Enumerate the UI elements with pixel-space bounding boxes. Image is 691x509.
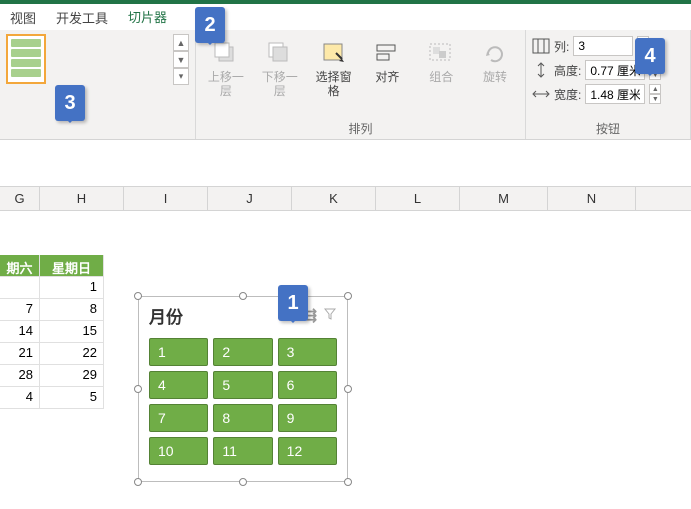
callout-4: 4 [635, 38, 665, 74]
slicer-item[interactable]: 10 [149, 437, 208, 465]
spreadsheet: G H I J K L M N 期六 星期日 1 78 1415 2122 28… [0, 186, 691, 211]
rotate-button[interactable]: 旋转 [471, 34, 519, 99]
selection-pane-button[interactable]: 选择窗格 [310, 34, 358, 99]
resize-handle[interactable] [134, 292, 142, 300]
callout-2: 2 [195, 7, 225, 43]
cell[interactable]: 29 [40, 365, 104, 387]
cell[interactable]: 21 [0, 343, 40, 365]
col-M[interactable]: M [460, 187, 548, 210]
slicer-item[interactable]: 4 [149, 371, 208, 399]
size-group-label: 按钮 [532, 118, 684, 137]
slicer-item[interactable]: 8 [213, 404, 272, 432]
col-N[interactable]: N [548, 187, 636, 210]
align-button[interactable]: 对齐 [363, 34, 411, 99]
gallery-scroll: ▲ ▼ ▾ [173, 34, 189, 85]
width-label: 宽度: [554, 86, 581, 103]
col-H[interactable]: H [40, 187, 124, 210]
cell[interactable]: 1 [40, 277, 104, 299]
arrange-group: 上移一层 下移一层 选择窗格 对齐 [196, 30, 526, 139]
col-I[interactable]: I [124, 187, 208, 210]
resize-handle[interactable] [239, 478, 247, 486]
w-down-icon[interactable]: ▼ [649, 94, 661, 104]
col-L[interactable]: L [376, 187, 460, 210]
gallery-more-icon[interactable]: ▾ [173, 68, 189, 85]
slicer-item[interactable]: 2 [213, 338, 272, 366]
tab-dev[interactable]: 开发工具 [54, 4, 110, 31]
cell[interactable]: 15 [40, 321, 104, 343]
cell[interactable] [0, 277, 40, 299]
ribbon-tabs: 视图 开发工具 切片器 [0, 4, 691, 30]
bring-forward-icon [212, 40, 240, 66]
col-G[interactable]: G [0, 187, 40, 210]
cell[interactable]: 14 [0, 321, 40, 343]
cell[interactable]: 7 [0, 299, 40, 321]
ribbon: ▲ ▼ ▾ 上移一层 下移一层 [0, 30, 691, 140]
resize-handle[interactable] [344, 292, 352, 300]
w-up-icon[interactable]: ▲ [649, 84, 661, 94]
resize-handle[interactable] [239, 292, 247, 300]
slicer-item[interactable]: 9 [278, 404, 337, 432]
column-headers: G H I J K L M N [0, 186, 691, 211]
gallery-down-icon[interactable]: ▼ [173, 51, 189, 68]
resize-handle[interactable] [344, 478, 352, 486]
callout-1: 1 [278, 285, 308, 321]
slicer-item[interactable]: 1 [149, 338, 208, 366]
resize-handle[interactable] [134, 478, 142, 486]
cell[interactable]: 4 [0, 387, 40, 409]
col-K[interactable]: K [292, 187, 376, 210]
week-sun-header: 星期日 [40, 255, 104, 277]
rotate-icon [481, 40, 509, 66]
width-icon [532, 86, 550, 102]
resize-handle[interactable] [344, 385, 352, 393]
slicer-item[interactable]: 7 [149, 404, 208, 432]
columns-input[interactable] [573, 36, 633, 56]
align-icon [373, 40, 401, 66]
slicer-item[interactable]: 3 [278, 338, 337, 366]
send-backward-icon [266, 40, 294, 66]
height-label: 高度: [554, 62, 581, 79]
arrange-group-label: 排列 [202, 118, 519, 137]
callout-3: 3 [55, 85, 85, 121]
selection-pane-icon [320, 40, 348, 66]
tab-view[interactable]: 视图 [8, 4, 38, 31]
columns-icon [532, 38, 550, 54]
group-icon [427, 40, 455, 66]
columns-label: 列: [554, 38, 569, 55]
col-J[interactable]: J [208, 187, 292, 210]
button-size-group: 列: ▲▼ 高度: ▲▼ 宽度: ▲▼ 按钮 [526, 30, 691, 139]
slicer-styles-group: ▲ ▼ ▾ [0, 30, 196, 139]
height-icon [532, 62, 550, 78]
weekday-table: 期六 星期日 1 78 1415 2122 2829 45 [0, 255, 104, 409]
slicer-title-text: 月份 [149, 303, 183, 328]
slicer-style-1[interactable] [6, 34, 46, 84]
slicer-item[interactable]: 6 [278, 371, 337, 399]
cell[interactable]: 22 [40, 343, 104, 365]
cell[interactable]: 5 [40, 387, 104, 409]
width-input[interactable] [585, 84, 645, 104]
group-button[interactable]: 组合 [417, 34, 465, 99]
slicer-item[interactable]: 5 [213, 371, 272, 399]
slicer-item[interactable]: 12 [278, 437, 337, 465]
slicer-month[interactable]: 月份 ⇶ 1 2 3 4 5 6 7 8 9 10 11 12 [138, 296, 348, 482]
cell[interactable]: 28 [0, 365, 40, 387]
clear-filter-icon[interactable] [323, 307, 337, 324]
tab-slicer[interactable]: 切片器 [126, 3, 169, 32]
resize-handle[interactable] [134, 385, 142, 393]
slicer-item[interactable]: 11 [213, 437, 272, 465]
send-backward-button[interactable]: 下移一层 [256, 34, 304, 99]
gallery-up-icon[interactable]: ▲ [173, 34, 189, 51]
week-sat-header: 期六 [0, 255, 40, 277]
cell[interactable]: 8 [40, 299, 104, 321]
